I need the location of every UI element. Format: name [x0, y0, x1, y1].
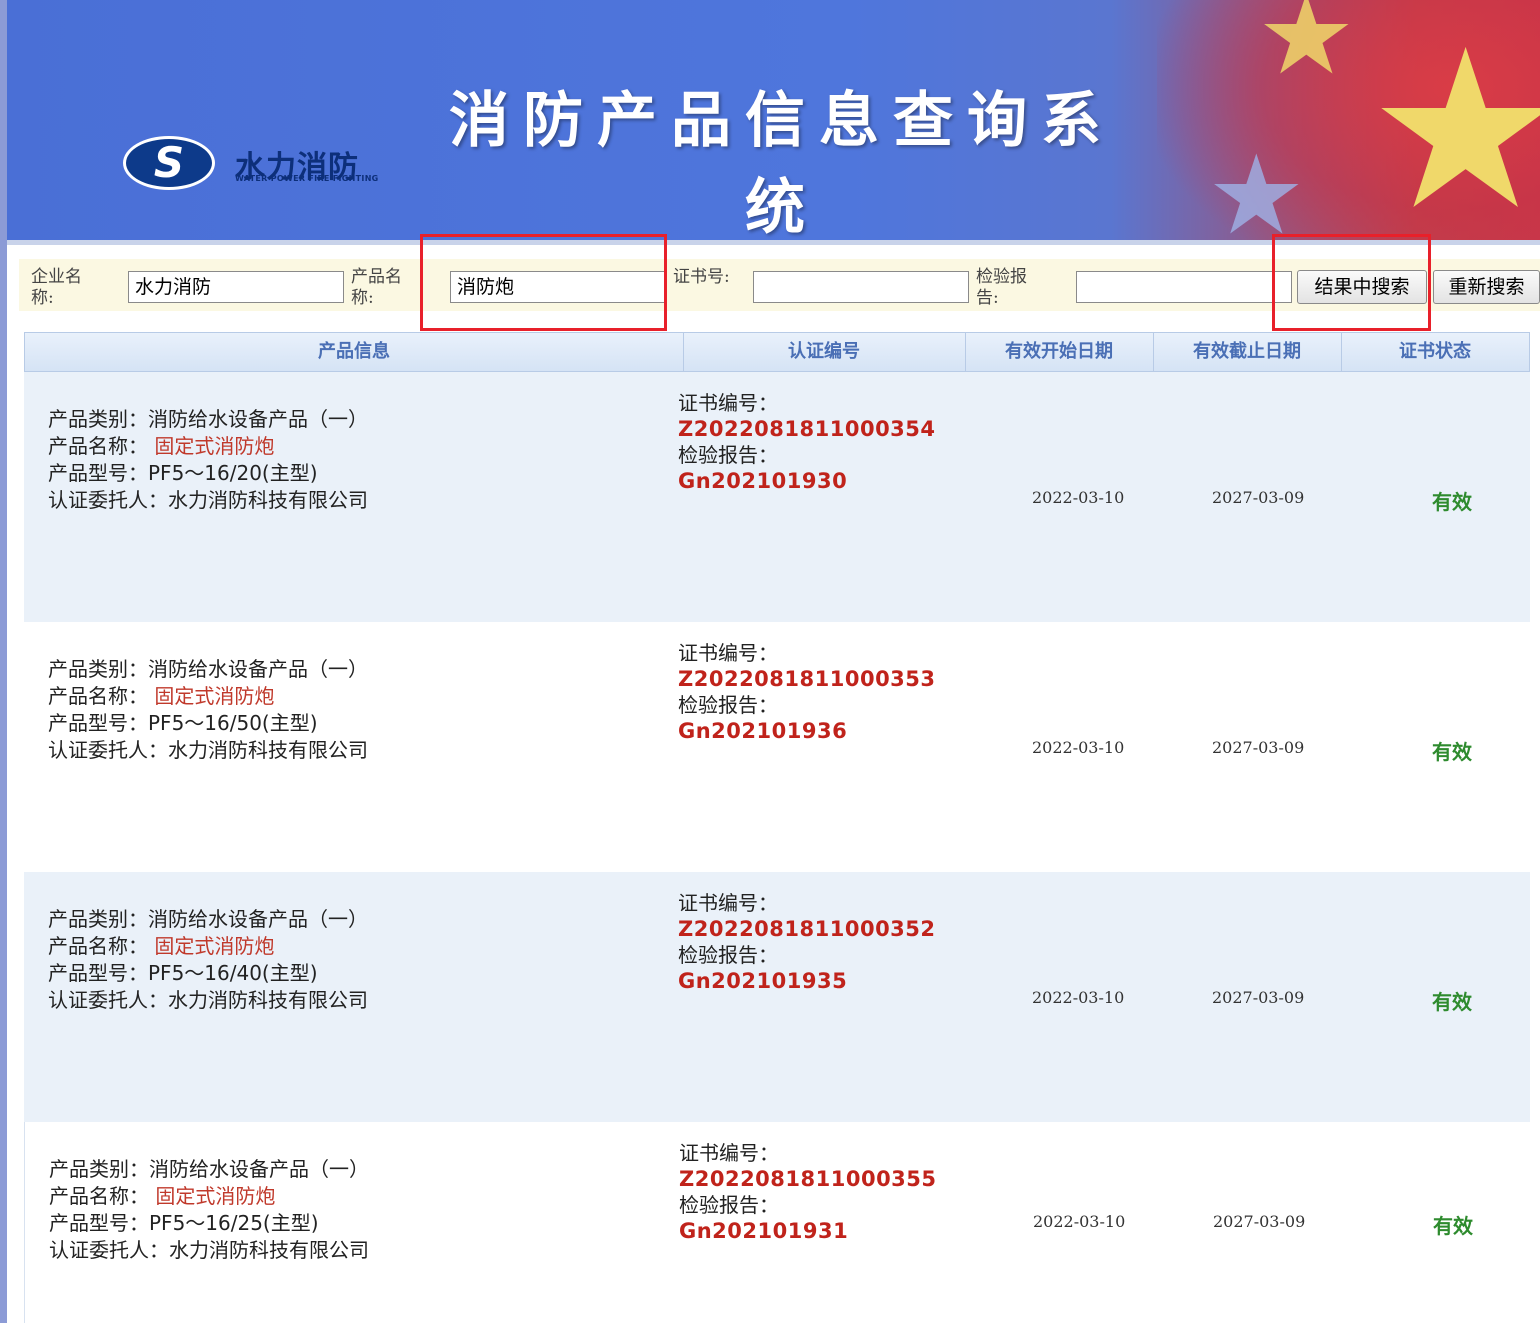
- product-model: PF5～16/20(主型): [148, 461, 318, 485]
- company-name-input[interactable]: 水力消防: [128, 271, 344, 303]
- model-label: 产品型号：: [48, 961, 148, 985]
- table-row: 产品类别：消防给水设备产品（一） 产品名称： 固定式消防炮 产品型号：PF5～1…: [24, 872, 1530, 1122]
- page-title: 消防产品信息查询系统: [449, 86, 1115, 240]
- product-info: 产品类别：消防给水设备产品（一） 产品名称： 固定式消防炮 产品型号：PF5～1…: [48, 906, 368, 1014]
- report-label: 检验报告：: [678, 693, 778, 717]
- certification-client: 水力消防科技有限公司: [168, 738, 368, 762]
- category-label: 产品类别：: [49, 1157, 149, 1181]
- certification-client: 水力消防科技有限公司: [169, 1238, 369, 1262]
- cert-number-label: 证书编号：: [678, 891, 778, 915]
- report-label: 检验报告：: [679, 1193, 779, 1217]
- cert-number-link[interactable]: Z2022081811000353: [678, 666, 936, 692]
- status-badge: 有效: [1433, 1214, 1473, 1238]
- table-row: 产品类别：消防给水设备产品（一） 产品名称： 固定式消防炮 产品型号：PF5～1…: [24, 372, 1530, 622]
- report-number-link[interactable]: Gn202101936: [678, 718, 936, 744]
- product-category: 消防给水设备产品（一）: [148, 407, 368, 431]
- inspection-report-input[interactable]: [1076, 271, 1292, 303]
- name-label: 产品名称：: [48, 684, 148, 708]
- end-date: 2027-03-09: [1213, 1212, 1306, 1231]
- new-search-button[interactable]: 重新搜索: [1433, 270, 1540, 304]
- product-model: PF5～16/50(主型): [148, 711, 318, 735]
- cert-number-label: 证书编号：: [678, 641, 778, 665]
- table-row: 产品类别：消防给水设备产品（一） 产品名称： 固定式消防炮 产品型号：PF5～1…: [24, 1122, 1531, 1323]
- company-logo: S 水力消防 WATER POWER FIRE FIGHTING: [123, 136, 383, 194]
- logo-s-icon: S: [123, 136, 215, 190]
- table-header: 产品信息 认证编号 有效开始日期 有效截止日期 证书状态: [24, 332, 1530, 372]
- product-category: 消防给水设备产品（一）: [148, 907, 368, 931]
- status-badge: 有效: [1432, 740, 1472, 764]
- status-badge: 有效: [1432, 990, 1472, 1014]
- column-header-start-date: 有效开始日期: [965, 333, 1154, 371]
- cert-number-input[interactable]: [753, 271, 969, 303]
- category-label: 产品类别：: [48, 907, 148, 931]
- cert-number-label: 证书编号：: [678, 391, 778, 415]
- product-name-link[interactable]: 固定式消防炮: [155, 1184, 275, 1208]
- header-banner: ★ ★ ★ 消防产品信息查询系统 S 水力消防 WATER POWER FIRE…: [7, 0, 1540, 240]
- product-info: 产品类别：消防给水设备产品（一） 产品名称： 固定式消防炮 产品型号：PF5～1…: [49, 1156, 369, 1264]
- status-badge: 有效: [1432, 490, 1472, 514]
- report-label: 检验报告：: [678, 443, 778, 467]
- report-number-link[interactable]: Gn202101931: [679, 1218, 937, 1244]
- end-date: 2027-03-09: [1212, 488, 1305, 507]
- start-date: 2022-03-10: [1033, 1212, 1126, 1231]
- model-label: 产品型号：: [48, 711, 148, 735]
- column-header-cert-number: 认证编号: [683, 333, 966, 371]
- page-left-border: [0, 0, 7, 1323]
- cert-info: 证书编号： Z2022081811000353 检验报告： Gn20210193…: [678, 640, 936, 744]
- certification-client: 水力消防科技有限公司: [168, 988, 368, 1012]
- start-date: 2022-03-10: [1032, 488, 1125, 507]
- product-model: PF5～16/40(主型): [148, 961, 318, 985]
- start-date: 2022-03-10: [1032, 988, 1125, 1007]
- client-label: 认证委托人：: [49, 1238, 169, 1262]
- cert-number-label: 证书号:: [673, 267, 730, 287]
- report-number-link[interactable]: Gn202101930: [678, 468, 936, 494]
- product-info: 产品类别：消防给水设备产品（一） 产品名称： 固定式消防炮 产品型号：PF5～1…: [48, 656, 368, 764]
- cert-info: 证书编号： Z2022081811000355 检验报告： Gn20210193…: [679, 1140, 937, 1244]
- logo-subtitle: WATER POWER FIRE FIGHTING: [235, 174, 379, 183]
- inspection-report-label: 检验报告:: [976, 267, 1027, 308]
- category-label: 产品类别：: [48, 407, 148, 431]
- annotation-box-1: [420, 234, 667, 331]
- column-header-end-date: 有效截止日期: [1153, 333, 1342, 371]
- flag-star-icon: ★: [1367, 2, 1540, 240]
- name-label: 产品名称：: [48, 934, 148, 958]
- name-label: 产品名称：: [49, 1184, 149, 1208]
- product-name-link[interactable]: 固定式消防炮: [154, 434, 274, 458]
- product-category: 消防给水设备产品（一）: [148, 657, 368, 681]
- category-label: 产品类别：: [48, 657, 148, 681]
- product-name-link[interactable]: 固定式消防炮: [154, 934, 274, 958]
- client-label: 认证委托人：: [48, 738, 168, 762]
- cert-info: 证书编号： Z2022081811000354 检验报告： Gn20210193…: [678, 390, 936, 494]
- model-label: 产品型号：: [49, 1211, 149, 1235]
- client-label: 认证委托人：: [48, 988, 168, 1012]
- cert-info: 证书编号： Z2022081811000352 检验报告： Gn20210193…: [678, 890, 936, 994]
- cert-number-label: 证书编号：: [679, 1141, 779, 1165]
- end-date: 2027-03-09: [1212, 738, 1305, 757]
- cert-number-link[interactable]: Z2022081811000352: [678, 916, 936, 942]
- product-category: 消防给水设备产品（一）: [149, 1157, 369, 1181]
- client-label: 认证委托人：: [48, 488, 168, 512]
- product-name-link[interactable]: 固定式消防炮: [154, 684, 274, 708]
- product-info: 产品类别：消防给水设备产品（一） 产品名称： 固定式消防炮 产品型号：PF5～1…: [48, 406, 368, 514]
- logo-mark-letter: S: [153, 138, 185, 187]
- company-name-label: 企业名称:: [31, 267, 82, 308]
- flag-star-icon: ★: [1207, 131, 1306, 240]
- report-label: 检验报告：: [678, 943, 778, 967]
- model-label: 产品型号：: [48, 461, 148, 485]
- report-number-link[interactable]: Gn202101935: [678, 968, 936, 994]
- end-date: 2027-03-09: [1212, 988, 1305, 1007]
- column-header-product-info: 产品信息: [25, 333, 684, 371]
- product-model: PF5～16/25(主型): [149, 1211, 319, 1235]
- flag-star-icon: ★: [1257, 0, 1356, 99]
- name-label: 产品名称：: [48, 434, 148, 458]
- cert-number-link[interactable]: Z2022081811000354: [678, 416, 936, 442]
- product-name-label: 产品名称:: [351, 267, 402, 308]
- table-row: 产品类别：消防给水设备产品（一） 产品名称： 固定式消防炮 产品型号：PF5～1…: [24, 622, 1530, 872]
- certification-client: 水力消防科技有限公司: [168, 488, 368, 512]
- cert-number-link[interactable]: Z2022081811000355: [679, 1166, 937, 1192]
- start-date: 2022-03-10: [1032, 738, 1125, 757]
- column-header-status: 证书状态: [1399, 341, 1471, 362]
- annotation-box-2: [1272, 234, 1431, 331]
